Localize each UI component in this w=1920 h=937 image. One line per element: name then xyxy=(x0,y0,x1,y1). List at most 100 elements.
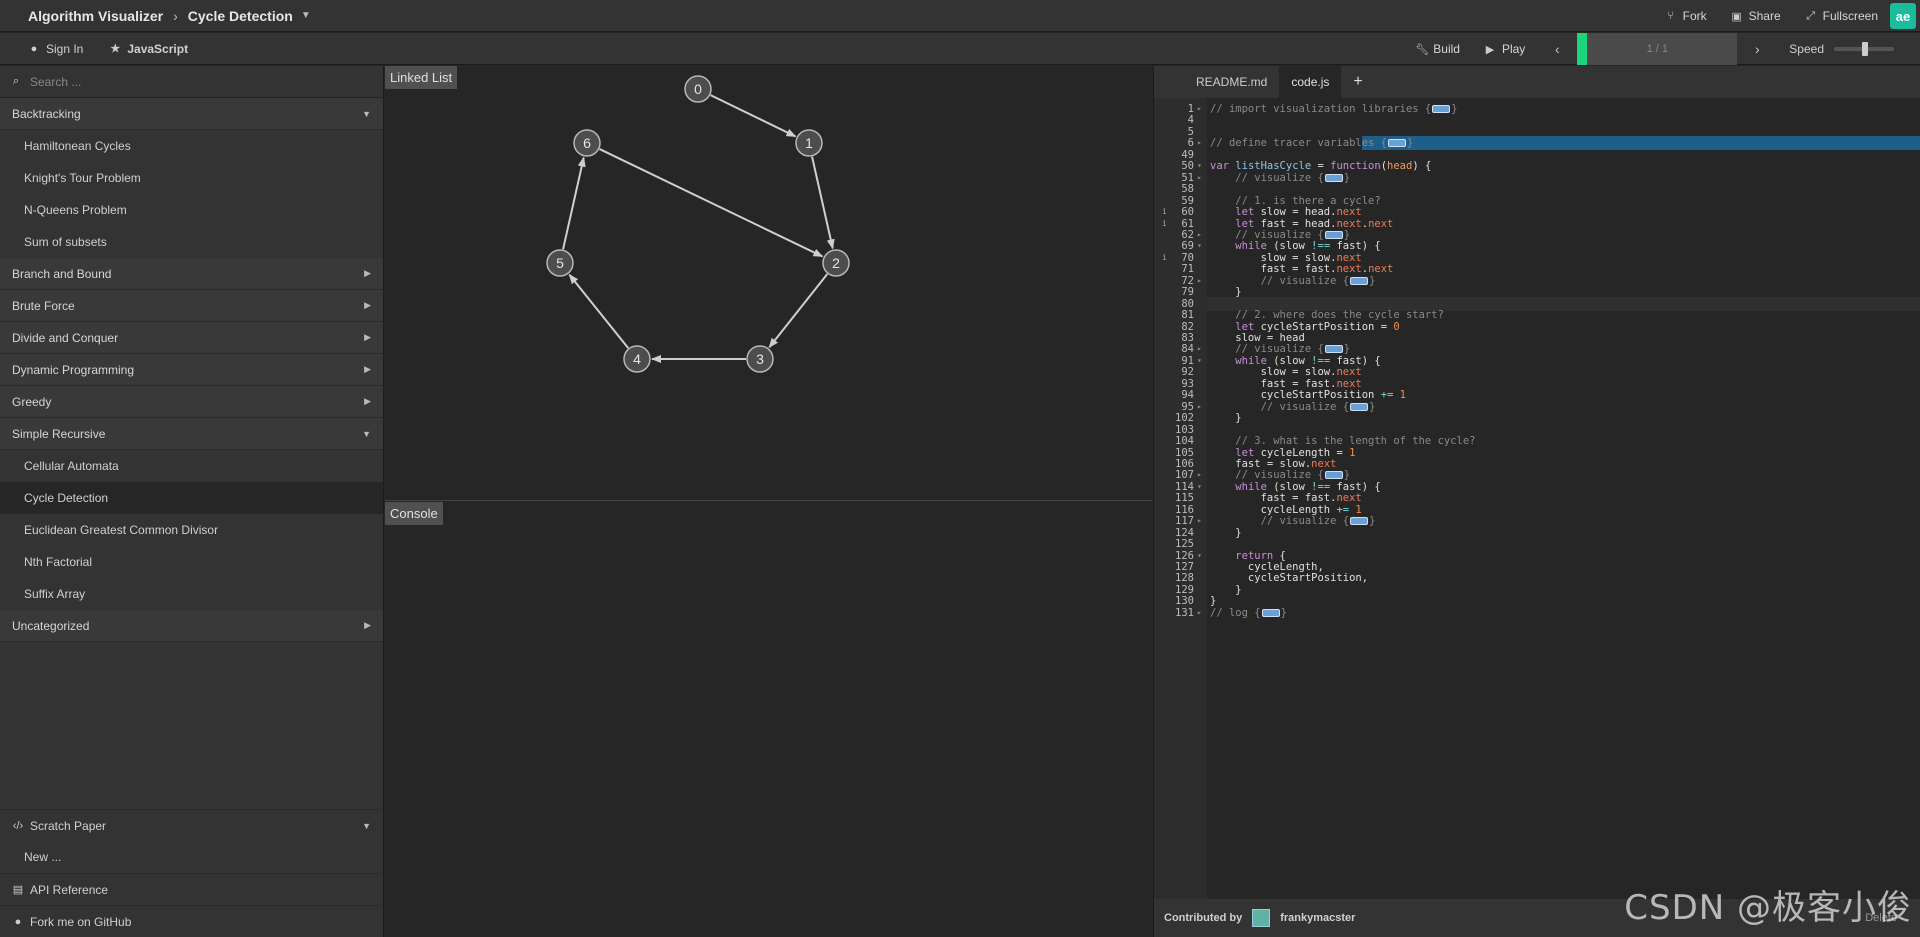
chevron-down-icon[interactable]: ▼ xyxy=(301,10,311,21)
language-button[interactable]: ★ JavaScript xyxy=(109,42,188,56)
github-icon: ● xyxy=(30,42,38,55)
speed-slider-handle[interactable] xyxy=(1862,42,1868,56)
app-title[interactable]: Algorithm Visualizer xyxy=(28,8,163,24)
chevron-right-icon: ▶ xyxy=(364,332,371,342)
fullscreen-button[interactable]: ⤢ Fullscreen xyxy=(1793,0,1890,32)
breadcrumb-separator-icon: › xyxy=(173,7,178,24)
sidebar-item[interactable]: Suffix Array xyxy=(0,578,383,610)
graph-edge xyxy=(811,156,835,250)
graph-panel: Linked List 0123456 xyxy=(385,66,1152,501)
category-list: Backtracking ▼ Hamiltonean Cycles Knight's … xyxy=(0,98,383,642)
toolbar: ● Sign In ★ JavaScript 🔧︎ Build ▶ Play ‹ 1 /… xyxy=(0,33,1920,65)
folded-code-widget[interactable] xyxy=(1324,471,1343,480)
chevron-right-icon: ▶ xyxy=(364,620,371,630)
code-text: // log {} xyxy=(1210,606,1287,619)
sidebar-category[interactable]: Simple Recursive ▼ xyxy=(0,418,383,450)
graph-node-label: 1 xyxy=(805,135,813,151)
contributor-name[interactable]: frankymacster xyxy=(1280,912,1355,924)
sidebar-item[interactable]: Cellular Automata xyxy=(0,450,383,482)
sidebar-category-label: Branch and Bound xyxy=(12,266,112,281)
sidebar-category[interactable]: Dynamic Programming ▶ xyxy=(0,354,383,386)
chevron-right-icon: › xyxy=(1754,41,1760,57)
chevron-right-icon: ▶ xyxy=(364,396,371,406)
folded-code-widget[interactable] xyxy=(1324,345,1343,354)
chevron-right-icon: ▶ xyxy=(364,364,371,374)
build-button[interactable]: 🔧︎ Build xyxy=(1403,33,1472,65)
avatar[interactable] xyxy=(1252,909,1271,927)
plus-icon: + xyxy=(1353,73,1363,90)
folded-code-widget[interactable] xyxy=(1261,608,1280,617)
speed-control: Speed xyxy=(1777,42,1920,56)
folded-code-widget[interactable] xyxy=(1324,230,1343,239)
graph-node: 5 xyxy=(546,249,574,277)
sidebar-item[interactable]: Knight's Tour Problem xyxy=(0,162,383,194)
code-icon: ‹/› xyxy=(12,819,24,832)
sidebar: ⌕ Search ... Backtracking ▼ Hamiltonean Cyc… xyxy=(0,66,384,937)
search-input[interactable]: Search ... xyxy=(30,75,81,89)
progress-bar[interactable]: 1 / 1 xyxy=(1577,33,1738,65)
chevron-down-icon: ▼ xyxy=(362,108,371,119)
graph-node-label: 6 xyxy=(583,135,591,151)
fork-button[interactable]: ⑂ Fork xyxy=(1653,0,1719,32)
code-editor: README.md code.js + 1 ▸// import visualiz… xyxy=(1153,66,1920,937)
code-line[interactable]: 131 ▸ // log {} xyxy=(1154,606,1920,620)
sidebar-item[interactable]: Cycle Detection xyxy=(0,482,383,514)
graph-node-label: 2 xyxy=(832,255,840,271)
tab-code-js[interactable]: code.js xyxy=(1279,66,1342,98)
next-button[interactable]: › xyxy=(1737,33,1777,65)
share-button[interactable]: ▣ Share xyxy=(1719,0,1793,32)
console-panel: Console xyxy=(385,502,1152,937)
sidebar-item[interactable]: N-Queens Problem xyxy=(0,194,383,226)
sidebar-category[interactable]: Branch and Bound ▶ xyxy=(0,258,383,290)
sign-in-button[interactable]: ● Sign In xyxy=(28,42,84,56)
speed-slider[interactable] xyxy=(1834,42,1894,56)
folded-code-widget[interactable] xyxy=(1350,402,1369,411)
extension-badge[interactable]: ae xyxy=(1890,3,1916,29)
sidebar-category[interactable]: Backtracking ▼ xyxy=(0,98,383,130)
graph-node-label: 4 xyxy=(633,351,641,367)
scratch-paper-new[interactable]: New ... xyxy=(0,841,383,873)
sidebar-category[interactable]: Greedy ▶ xyxy=(0,386,383,418)
graph-node-label: 5 xyxy=(556,255,564,271)
graph-node: 0 xyxy=(684,75,712,103)
chevron-right-icon: ▶ xyxy=(364,300,371,310)
api-reference-link[interactable]: ▤ API Reference xyxy=(0,873,383,905)
line-number: 131 xyxy=(1175,606,1194,619)
sidebar-item[interactable]: Hamiltonean Cycles xyxy=(0,130,383,162)
linked-list-graph: 0 1 2 3 4 5 6 xyxy=(546,75,850,373)
folded-code-widget[interactable] xyxy=(1350,517,1369,526)
github-icon: ● xyxy=(14,915,22,928)
share-icon: ▣ xyxy=(1731,10,1742,23)
expand-icon: ⤢ xyxy=(1806,9,1816,22)
page-title[interactable]: Cycle Detection xyxy=(188,8,293,24)
graph-edge xyxy=(562,156,586,250)
sidebar-category[interactable]: Uncategorized ▶ xyxy=(0,610,383,642)
add-tab-button[interactable]: + xyxy=(1341,66,1374,98)
sidebar-item[interactable]: Nth Factorial xyxy=(0,546,383,578)
graph-edge xyxy=(599,148,824,258)
folded-code-widget[interactable] xyxy=(1388,139,1407,148)
sidebar-category-label: Uncategorized xyxy=(12,618,90,633)
sidebar-category-label: Divide and Conquer xyxy=(12,330,119,345)
chevron-left-icon: ‹ xyxy=(1554,41,1560,57)
code-area[interactable]: 1 ▸// import visualization libraries {} 4 5… xyxy=(1154,98,1920,899)
fold-toggle-icon[interactable]: ▸ xyxy=(1197,606,1202,620)
sidebar-item[interactable]: Euclidean Greatest Common Divisor xyxy=(0,514,383,546)
search-bar[interactable]: ⌕ Search ... xyxy=(0,66,383,98)
play-button[interactable]: ▶ Play xyxy=(1472,33,1537,65)
sidebar-category[interactable]: Brute Force ▶ xyxy=(0,290,383,322)
previous-button[interactable]: ‹ xyxy=(1537,33,1577,65)
scratch-paper-header[interactable]: ‹/› Scratch Paper ▼ xyxy=(0,809,383,841)
sidebar-item[interactable]: Sum of subsets xyxy=(0,226,383,258)
sidebar-category[interactable]: Divide and Conquer ▶ xyxy=(0,322,383,354)
folded-code-widget[interactable] xyxy=(1432,105,1451,113)
folded-code-widget[interactable] xyxy=(1324,173,1343,182)
graph-edge xyxy=(710,94,797,138)
folded-code-widget[interactable] xyxy=(1350,276,1369,285)
graph-node: 1 xyxy=(795,129,823,157)
graph-node: 4 xyxy=(623,345,651,373)
console-panel-label: Console xyxy=(385,502,443,525)
tab-readme[interactable]: README.md xyxy=(1184,66,1279,98)
top-bar: Algorithm Visualizer › Cycle Detection ▼… xyxy=(0,0,1920,32)
fork-github-link[interactable]: ● Fork me on GitHub xyxy=(0,905,383,937)
